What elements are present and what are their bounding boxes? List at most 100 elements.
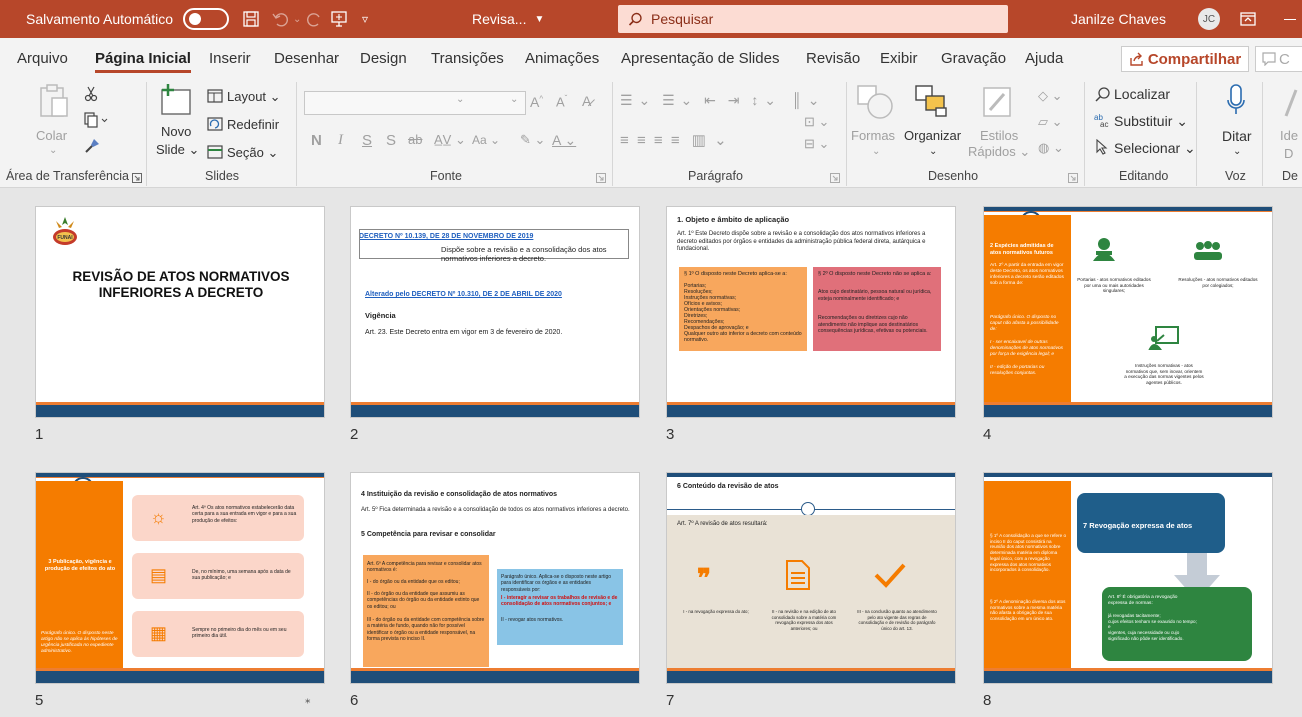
save-icon[interactable] <box>243 0 259 38</box>
tab-gravacao[interactable]: Gravação <box>941 50 1006 67</box>
font-color-icon[interactable]: A ⌄ <box>552 132 576 149</box>
ribbon-display-icon[interactable] <box>1240 0 1256 38</box>
grow-font-icon[interactable]: A^ <box>530 94 543 110</box>
share-button[interactable]: Compartilhar <box>1121 46 1249 72</box>
slide-thumbnail-1[interactable]: FUNAI REVISÃO DE ATOS NORMATIVOS INFERIO… <box>35 206 325 418</box>
layout-button[interactable]: Layout ⌄ <box>227 89 281 105</box>
numbering-icon[interactable]: ☰ ⌄ <box>662 92 693 108</box>
slide-thumbnail-8[interactable]: § 1º A consolidação a que se refere o in… <box>983 472 1273 684</box>
dictate-label[interactable]: Ditar <box>1222 128 1252 144</box>
slide-thumbnail-3[interactable]: 1. Objeto e âmbito de aplicação Art. 1º … <box>666 206 956 418</box>
shapes-dropdown-icon[interactable]: ⌄ <box>872 146 880 157</box>
cut-icon[interactable] <box>84 86 98 107</box>
search-box[interactable]: Pesquisar <box>618 5 1008 33</box>
paste-label[interactable]: Colar <box>36 128 67 143</box>
slideshow-start-icon[interactable] <box>330 0 348 38</box>
slide-thumbnail-4[interactable]: 2 Espécies admitidas de atos normativos … <box>983 206 1273 418</box>
tab-apresentacao[interactable]: Apresentação de Slides <box>621 50 779 67</box>
align-left-icon[interactable]: ≡ <box>620 132 631 149</box>
section-button[interactable]: Seção ⌄ <box>227 145 278 161</box>
align-text-icon[interactable]: ⊟ ⌄ <box>804 136 829 152</box>
avatar[interactable]: JC <box>1198 8 1220 30</box>
comments-button[interactable]: C <box>1255 46 1302 72</box>
shape-effects-icon[interactable]: ◍ ⌄ <box>1038 140 1064 156</box>
italic-icon[interactable]: I <box>338 132 343 149</box>
text-direction-icon[interactable]: ⊡ ⌄ <box>804 114 829 130</box>
arrange-label[interactable]: Organizar <box>904 128 961 143</box>
quick-styles-icon[interactable] <box>982 86 1014 125</box>
copy-icon[interactable] <box>84 112 108 133</box>
slide-thumbnail-6[interactable]: 4 Instituição da revisão e consolidação … <box>350 472 640 684</box>
paste-dropdown-icon[interactable]: ⌄ <box>49 145 57 156</box>
increase-indent-icon[interactable]: ⇥ <box>728 92 741 108</box>
clear-formatting-icon[interactable]: A̷ <box>582 93 591 109</box>
tab-design[interactable]: Design <box>360 50 407 67</box>
microphone-icon[interactable] <box>1226 84 1246 125</box>
new-slide-label-1[interactable]: Novo <box>161 124 191 139</box>
new-slide-label-2[interactable]: Slide ⌄ <box>156 142 199 158</box>
arrange-icon[interactable] <box>914 84 948 123</box>
underline-icon[interactable]: S <box>362 132 372 149</box>
font-size-dropdown-icon[interactable]: ⌄ <box>510 94 518 105</box>
text-columns-icon[interactable]: ║ ⌄ <box>792 92 821 108</box>
char-spacing-icon[interactable]: A̲V̲ ⌄ <box>434 132 466 148</box>
slide-thumbnail-7[interactable]: 6 Conteúdo da revisão de atos Art. 7º A … <box>666 472 956 684</box>
tab-desenhar[interactable]: Desenhar <box>274 50 339 67</box>
shrink-font-icon[interactable]: Aˇ <box>556 94 567 109</box>
font-name-dropdown-icon[interactable]: ⌄ <box>456 94 464 105</box>
slide-thumbnail-5[interactable]: 3 Publicação, vigência e produção de efe… <box>35 472 325 684</box>
new-slide-icon[interactable] <box>158 82 194 121</box>
strikethrough-icon[interactable]: ab <box>408 132 422 147</box>
arrange-dropdown-icon[interactable]: ⌄ <box>929 146 937 157</box>
format-painter-icon[interactable] <box>84 138 100 159</box>
tab-ajuda[interactable]: Ajuda <box>1025 50 1063 67</box>
columns-icon[interactable]: ▥ ⌄ <box>692 132 729 149</box>
replace-button[interactable]: Substituir ⌄ <box>1114 113 1188 130</box>
tab-revisao[interactable]: Revisão <box>806 50 860 67</box>
highlight-icon[interactable]: ✎ ⌄ <box>520 132 545 148</box>
shapes-label[interactable]: Formas <box>851 128 895 143</box>
autosave-toggle[interactable] <box>183 0 229 38</box>
slide-thumbnail-2[interactable]: DECRETO Nº 10.139, DE 28 DE NOVEMBRO DE … <box>350 206 640 418</box>
font-dialog-launcher-icon[interactable] <box>596 170 606 188</box>
bold-icon[interactable]: N <box>311 132 322 149</box>
tab-arquivo[interactable]: Arquivo <box>17 50 68 67</box>
document-name[interactable]: Revisa... ▼ <box>472 0 544 38</box>
bullets-icon[interactable]: ☰ ⌄ <box>620 92 651 108</box>
user-name[interactable]: Janilze Chaves <box>1071 0 1166 38</box>
qat-customize-icon[interactable]: ▿ <box>362 0 368 38</box>
shape-fill-icon[interactable]: ◇ ⌄ <box>1038 88 1063 104</box>
dictate-dropdown-icon[interactable]: ⌄ <box>1233 146 1241 157</box>
transition-star-icon[interactable]: ⁎ <box>305 693 311 706</box>
paste-icon[interactable] <box>38 84 70 125</box>
tab-exibir[interactable]: Exibir <box>880 50 918 67</box>
undo-icon[interactable] <box>272 0 290 38</box>
paragraph-dialog-launcher-icon[interactable] <box>830 170 840 188</box>
change-case-icon[interactable]: Aa ⌄ <box>472 133 500 147</box>
align-center-icon[interactable]: ≡ <box>637 132 648 149</box>
designer-icon[interactable] <box>1282 86 1302 127</box>
find-button[interactable]: Localizar <box>1114 86 1170 102</box>
shape-outline-icon[interactable]: ▱ ⌄ <box>1038 114 1063 130</box>
justify-icon[interactable]: ≡ <box>671 132 682 149</box>
shapes-icon[interactable] <box>856 84 896 125</box>
font-name-combobox[interactable] <box>304 91 526 115</box>
line-spacing-icon[interactable]: ↕ ⌄ <box>751 92 777 108</box>
shadow-icon[interactable]: S <box>386 132 396 149</box>
designer-label-cut[interactable]: Ide <box>1280 128 1298 143</box>
tab-animacoes[interactable]: Animações <box>525 50 599 67</box>
drawing-dialog-launcher-icon[interactable] <box>1068 170 1078 188</box>
designer-label-cut-2[interactable]: D <box>1284 146 1293 161</box>
redo-icon[interactable] <box>307 0 323 38</box>
tab-inserir[interactable]: Inserir <box>209 50 251 67</box>
tab-pagina-inicial[interactable]: Página Inicial <box>95 50 191 73</box>
undo-dropdown-icon[interactable]: ⌄ <box>293 0 301 38</box>
reset-button[interactable]: Redefinir <box>227 117 279 132</box>
dialog-launcher-icon[interactable] <box>132 170 142 188</box>
quick-styles-label-2[interactable]: Rápidos ⌄ <box>968 144 1030 160</box>
align-right-icon[interactable]: ≡ <box>654 132 665 149</box>
quick-styles-label-1[interactable]: Estilos <box>980 128 1018 143</box>
minimize-icon[interactable] <box>1284 0 1296 38</box>
select-button[interactable]: Selecionar ⌄ <box>1114 140 1196 157</box>
tab-transicoes[interactable]: Transições <box>431 50 504 67</box>
